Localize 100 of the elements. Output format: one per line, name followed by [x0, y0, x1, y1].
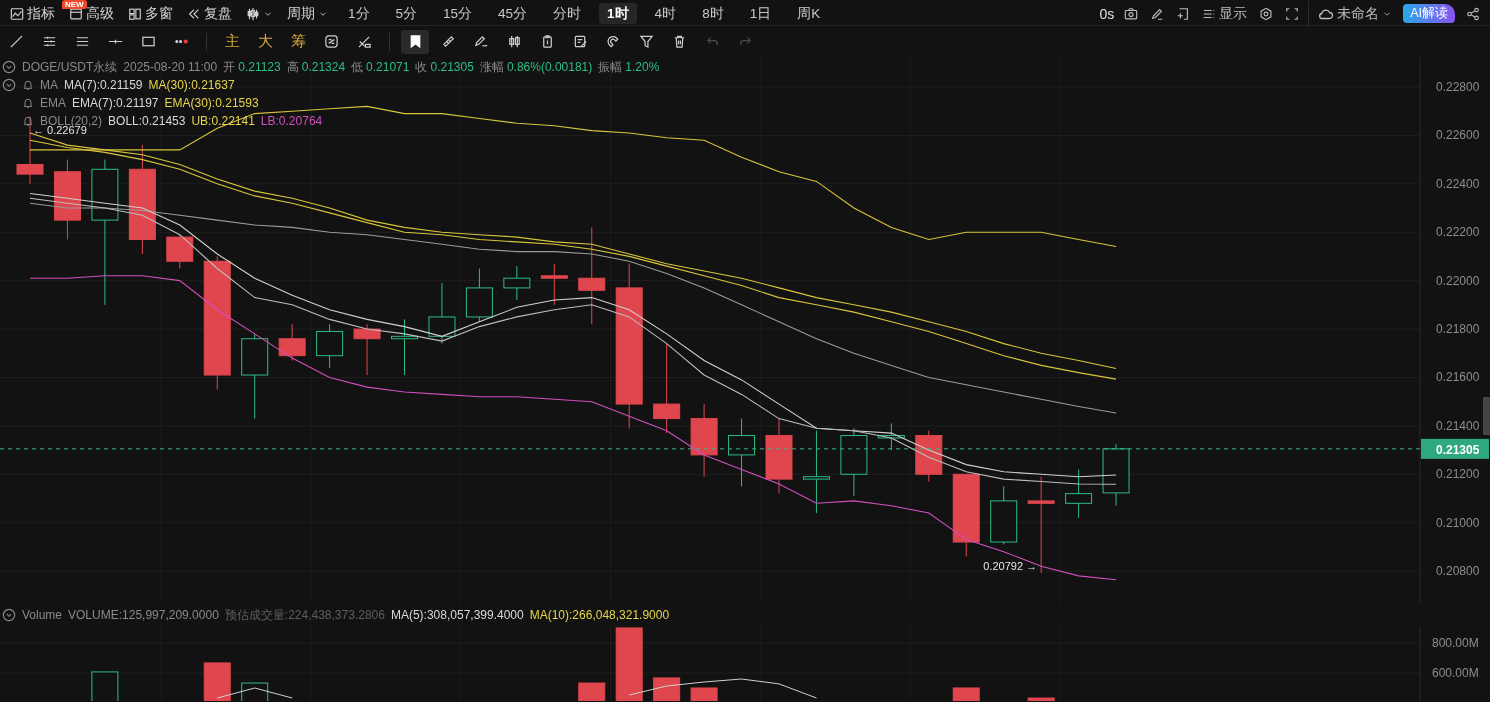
indicator-value: MA(5):308,057,399.4000 [390, 608, 524, 622]
indicator-value: EMA(30):0.21593 [164, 96, 259, 110]
candlestick [1102, 443, 1130, 506]
ai-button[interactable]: AI解读 [1403, 4, 1455, 23]
stat-value: 0.86%(0.00181) [506, 60, 593, 74]
candlestick [915, 430, 943, 483]
indicator-value: LB:0.20764 [260, 114, 323, 128]
volume-bar [952, 687, 980, 701]
volume-bar [203, 662, 231, 701]
stat-label: 开 [223, 58, 236, 76]
settings-icon [1259, 6, 1274, 21]
candlestick [503, 265, 531, 301]
collapse-handle-icon[interactable] [1483, 397, 1490, 435]
mode-button[interactable]: 主 [218, 29, 246, 54]
indicator-value: VOLUME:125,997,209.0000 [68, 608, 219, 622]
toolbar-button[interactable]: 复盘 [180, 3, 239, 24]
indicator-name: MA [40, 78, 58, 92]
candlestick [877, 422, 905, 451]
ref-line-label: 0.21305 [1436, 442, 1480, 457]
toolbar-button[interactable]: 多窗 [121, 3, 180, 24]
filter-icon [638, 34, 654, 49]
candlestick [728, 418, 756, 487]
indicator-value: MA(7):0.21159 [64, 78, 143, 92]
stat-value: 0.21123 [238, 60, 281, 74]
candlestick [840, 427, 868, 497]
volume-axis-label: 800.00M [1432, 635, 1479, 650]
stat-label: 低 [351, 58, 364, 76]
price-axis-label: 0.21800 [1436, 322, 1480, 337]
toolbar-button[interactable]: 周期 [280, 3, 335, 24]
interval-tab[interactable]: 8时 [694, 3, 732, 24]
timer-text: 0s [1099, 5, 1115, 22]
volume-axis-label: 600.00M [1432, 665, 1479, 680]
interval-tab[interactable]: 1时 [599, 3, 637, 24]
magnet-icon [605, 34, 621, 49]
horizontal-lines-icon [41, 34, 57, 49]
price-axis-label: 0.21400 [1436, 418, 1480, 433]
indicator-name: Volume [22, 608, 63, 622]
candlestick [990, 485, 1018, 545]
interval-tab[interactable]: 1分 [340, 3, 378, 24]
price-axis-label: 0.20800 [1436, 564, 1480, 579]
volume-bar [1027, 697, 1055, 701]
price-axis-label: 0.22400 [1436, 176, 1480, 191]
pen-icon [473, 34, 489, 49]
interval-tab[interactable]: 4时 [646, 3, 685, 24]
price-axis-label: 0.22000 [1436, 273, 1480, 288]
low-price-marker: 0.20792 → [983, 560, 1038, 572]
candlestick [166, 234, 194, 270]
price-axis-label: 0.21600 [1436, 370, 1480, 385]
frame-plus-icon [1176, 6, 1191, 21]
stat-value: 0.21071 [366, 60, 410, 74]
camera-icon [1124, 6, 1139, 21]
interval-tab[interactable]: 周K [789, 3, 829, 24]
interval-tab[interactable]: 1日 [741, 3, 780, 24]
indicator-value: BOLL:0.21453 [108, 114, 186, 128]
candlestick [316, 323, 344, 369]
indicator-value: MA(30):0.21637 [148, 78, 235, 92]
candlestick [391, 318, 418, 376]
indicator-name: EMA [40, 96, 66, 110]
price-axis-label: 0.21000 [1436, 515, 1480, 530]
candlestick [278, 323, 306, 361]
layout-dropdown[interactable]: 未命名 [1312, 3, 1399, 24]
rectangle-icon [140, 34, 156, 49]
stat-label: 收 [415, 58, 428, 76]
stat-value: 0.21324 [301, 60, 346, 74]
price-axis-label: 0.22800 [1436, 80, 1480, 94]
interval-tab[interactable]: 5分 [387, 3, 426, 24]
bell-icon [22, 115, 34, 127]
grid-icon [128, 6, 142, 21]
display-button[interactable]: 显示 [1196, 3, 1254, 24]
candle-pair-icon [506, 34, 522, 49]
price-axis-label: 0.22600 [1436, 128, 1480, 143]
stat-label: 振幅 [598, 58, 623, 76]
candlestick-icon [246, 6, 260, 21]
indicator-name: BOLL(20,2) [40, 114, 103, 128]
toolbar-button[interactable]: 指标 [3, 3, 62, 24]
measure-icon [356, 34, 372, 49]
interval-tab[interactable]: 15分 [435, 3, 481, 24]
interval-tab[interactable]: 分时 [545, 3, 590, 24]
bell-icon [22, 79, 34, 91]
symbol-name: DOGE/USDT永续 [22, 58, 118, 76]
share-icon [1466, 6, 1480, 21]
bell-icon [22, 97, 34, 109]
price-axis-label: 0.21200 [1436, 467, 1480, 482]
window-icon [69, 6, 83, 21]
pencil-icon [1150, 6, 1165, 21]
new-badge: NEW [62, 0, 87, 9]
chevron-circle-icon [2, 608, 16, 622]
diagonal-line-icon [8, 34, 24, 49]
stat-label: 涨幅 [479, 58, 504, 76]
indicator-value: 预估成交量:224,438,373.2806 [224, 606, 385, 624]
price-axis-label: 0.22200 [1436, 225, 1480, 240]
mode-button[interactable]: 筹 [284, 29, 312, 54]
bar-time: 2025-08-20 11:00 [123, 60, 218, 74]
note-icon [572, 34, 588, 49]
trend-chart-icon [10, 6, 24, 21]
mode-button[interactable]: 大 [251, 29, 279, 54]
parallel-lines-icon [74, 34, 90, 49]
interval-tab[interactable]: 45分 [490, 3, 536, 24]
fullscreen-icon [1285, 6, 1300, 21]
drawing-tool-button[interactable] [401, 29, 429, 54]
